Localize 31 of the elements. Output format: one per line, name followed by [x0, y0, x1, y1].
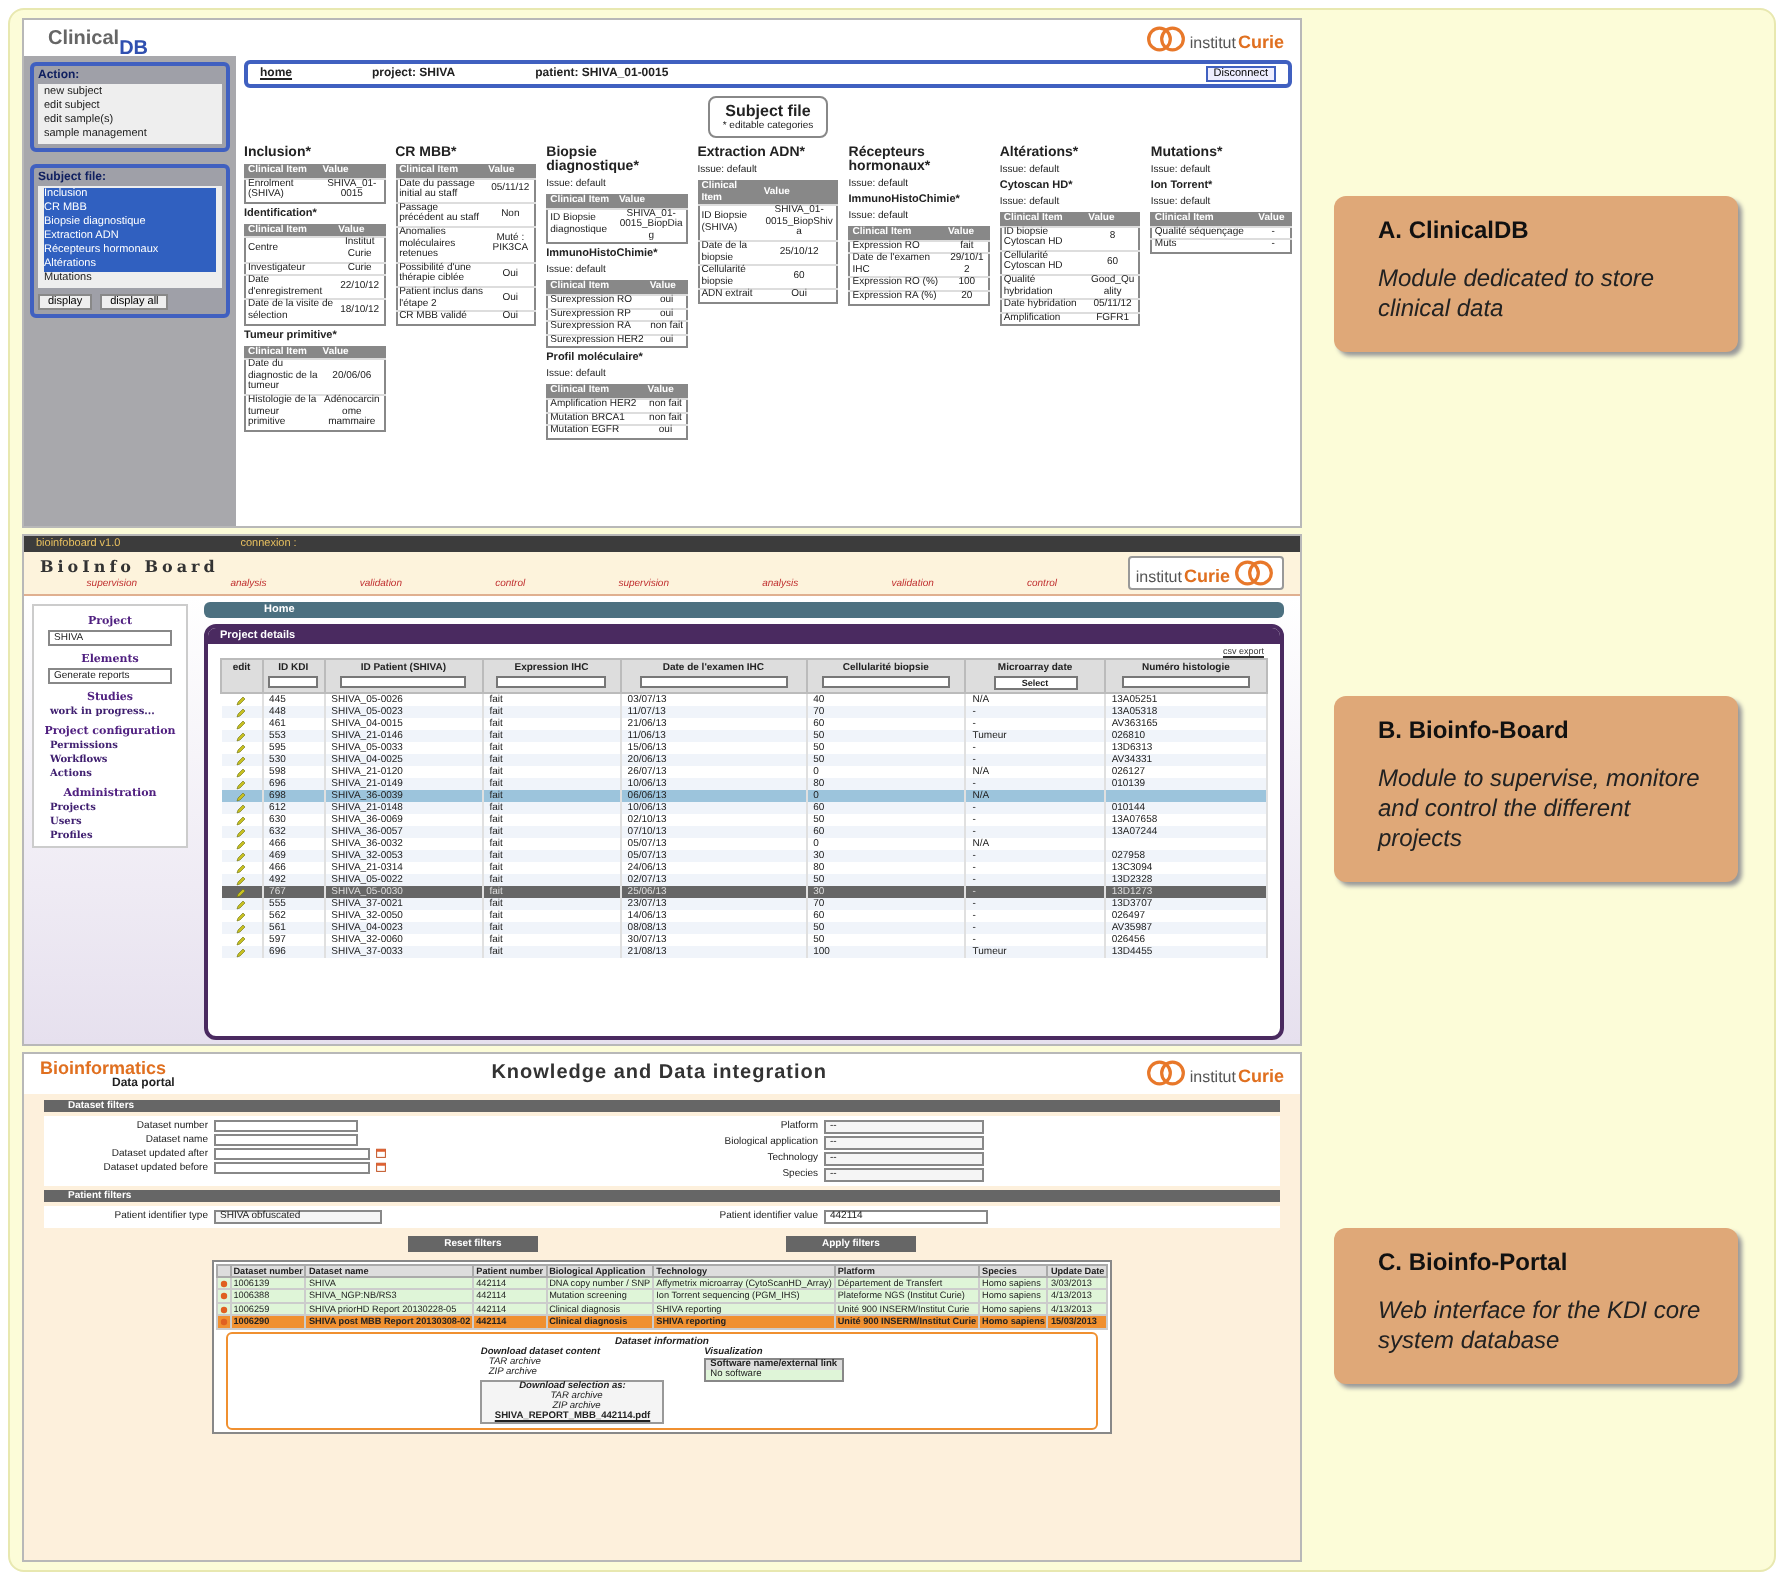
input-field[interactable] [214, 1161, 370, 1174]
logo-text: Curie [1237, 32, 1284, 52]
logo-text: institut [1135, 568, 1182, 587]
rings-logo-icon [1143, 26, 1188, 52]
rings-logo-icon [1232, 560, 1276, 587]
card-title: A. ClinicalDB [1378, 215, 1531, 244]
logo-text: institut [1189, 34, 1236, 52]
input-field[interactable] [214, 1133, 358, 1146]
app-logo-text: Clinical [48, 28, 120, 50]
heading-text: Subject file [725, 102, 811, 120]
logo-text: Curie [1237, 1066, 1284, 1087]
page-title: Knowledge and Data integration [491, 1062, 827, 1085]
card-title: C. Bioinfo-Portal [1378, 1248, 1570, 1277]
card-title: B. Bioinfo-Board [1378, 716, 1571, 745]
input-field[interactable] [214, 1119, 358, 1132]
filter-field[interactable] [639, 676, 788, 689]
filter-field[interactable] [822, 676, 950, 689]
filter-field[interactable] [340, 676, 467, 689]
app-title: BioInfo Board [40, 556, 221, 577]
card-description: Module to supervise, monitore and control the different projects [1378, 764, 1702, 855]
logo-text: Curie [1183, 566, 1230, 587]
filter-field[interactable] [496, 676, 607, 689]
card-description: Web interface for the KDI core system database [1378, 1296, 1703, 1357]
input-field[interactable] [214, 1147, 370, 1160]
app-logo-text: Bioinformatics [40, 1057, 167, 1078]
app-logo-text: DB [119, 38, 149, 60]
rings-logo-icon [1143, 1060, 1188, 1087]
filter-field[interactable] [268, 676, 318, 689]
filter-field[interactable] [1121, 676, 1251, 689]
logo-text: institut [1189, 1068, 1236, 1087]
card-description: Module dedicated to store clinical data [1378, 263, 1657, 324]
